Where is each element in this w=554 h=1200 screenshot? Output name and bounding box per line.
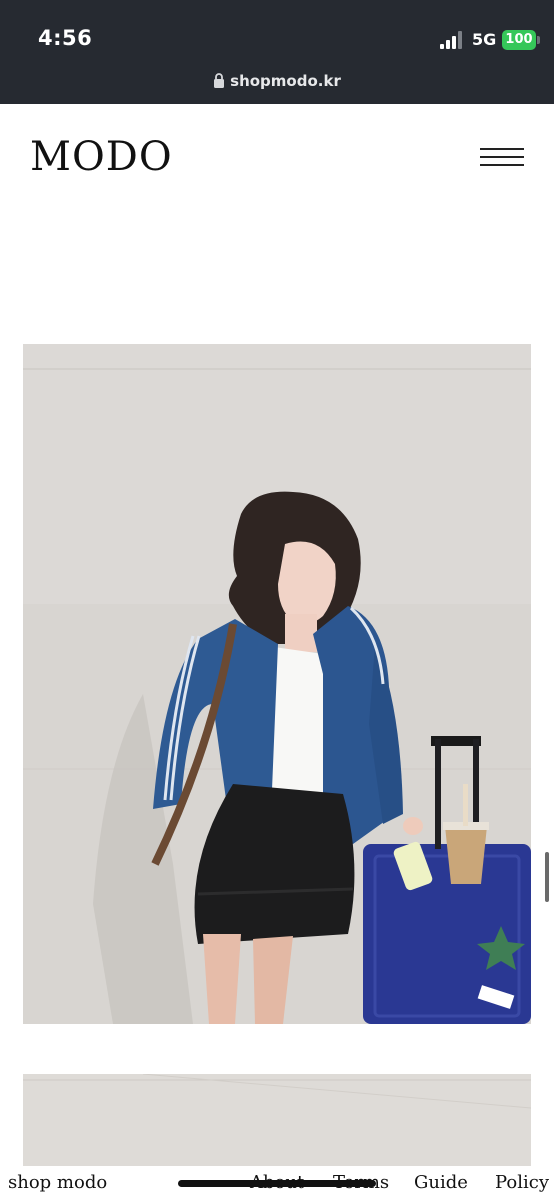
product-photo[interactable] [23, 344, 531, 1024]
footer-link-policy[interactable]: Policy [495, 1172, 549, 1193]
battery-tip [537, 36, 540, 44]
status-and-url-bar: 4:56 5G 100 shopmodo.kr [0, 0, 554, 104]
hamburger-icon[interactable] [478, 146, 526, 168]
home-indicator[interactable] [178, 1180, 376, 1187]
product-photo-illustration [23, 344, 531, 1024]
lock-icon [214, 73, 225, 88]
site-header: MODO [0, 104, 554, 204]
url-text: shopmodo.kr [230, 72, 341, 90]
scrollbar[interactable] [545, 852, 549, 902]
product-photo-next-illustration [23, 1074, 531, 1170]
footer-link-guide[interactable]: Guide [414, 1172, 468, 1193]
product-photo-next[interactable] [23, 1074, 531, 1170]
footer-brand[interactable]: shop modo [8, 1172, 107, 1193]
site-logo[interactable]: MODO [30, 134, 173, 180]
battery-icon: 100 [502, 30, 536, 50]
url-bar[interactable]: shopmodo.kr [0, 72, 554, 90]
clock-time: 4:56 [38, 26, 93, 50]
network-type: 5G [472, 30, 497, 49]
cellular-signal-icon [440, 31, 464, 49]
